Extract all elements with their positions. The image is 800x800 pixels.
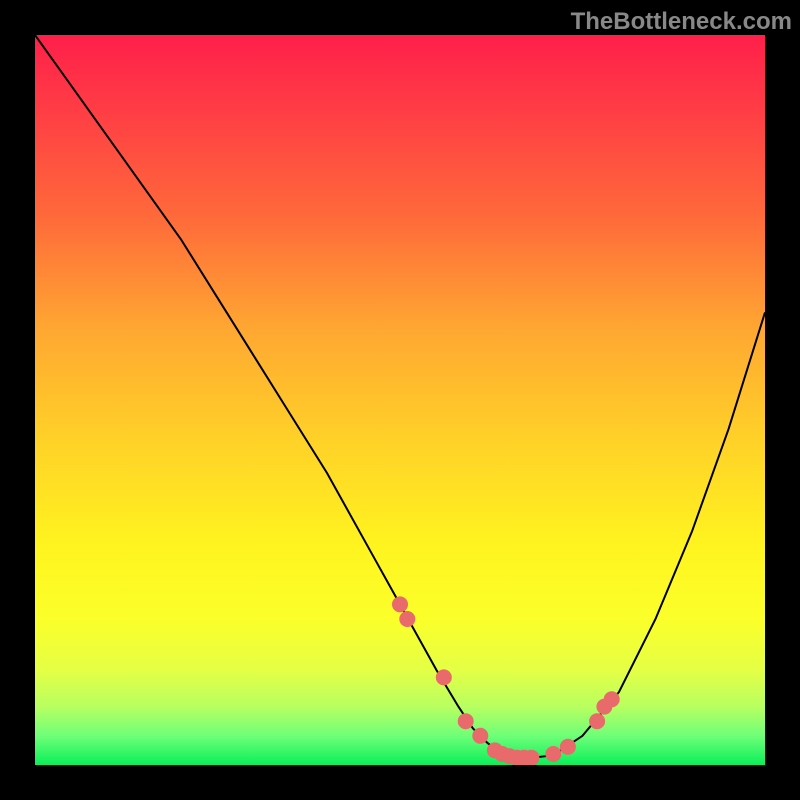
data-marker [399,611,415,627]
data-marker [589,713,605,729]
chart-container: TheBottleneck.com [0,0,800,800]
data-marker [472,728,488,744]
data-marker [604,691,620,707]
data-marker [436,669,452,685]
data-marker [545,746,561,762]
plot-area [35,35,765,765]
data-marker [523,750,539,765]
data-marker [392,596,408,612]
bottleneck-curve [35,35,765,758]
data-marker [560,739,576,755]
watermark-text: TheBottleneck.com [571,8,792,36]
data-marker [458,713,474,729]
chart-svg [35,35,765,765]
data-markers [392,596,620,765]
